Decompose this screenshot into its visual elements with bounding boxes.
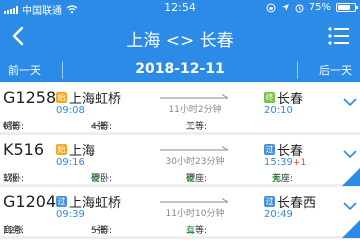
seat-value: 有 <box>272 174 282 184</box>
date-bar: 前一天 2018-12-11 后一天 <box>0 57 360 83</box>
battery-percent: 75% <box>308 2 331 13</box>
corner-tag-icon <box>342 220 360 238</box>
status-right: 75% <box>266 2 358 13</box>
arrow-right-icon <box>160 198 229 203</box>
status-bar: 中国联通 12:54 75% <box>0 0 360 17</box>
train-number: G1204 <box>3 192 57 211</box>
seat-availability: 特等: 6张 一等: 4张 二等: 无 <box>3 119 343 132</box>
arrival-time-value: 15:39 <box>264 157 293 168</box>
pass-badge: 过 <box>264 144 275 155</box>
departure-time: 09:08 <box>56 105 85 116</box>
seat-value: 1张 <box>3 174 18 184</box>
terminal-badge: 终 <box>264 92 275 103</box>
train-number: K516 <box>3 140 45 159</box>
train-list: G1258 始 上海虹桥 09:08 11小时2分钟 终 长春 20:10 特等… <box>0 83 360 240</box>
nav-bar: 上海 <> 长春 <box>0 17 360 55</box>
arrival-time-value: 20:10 <box>264 105 293 116</box>
pass-badge: 过 <box>264 196 275 207</box>
seat-value: 有 <box>186 174 196 184</box>
current-date[interactable]: 2018-12-11 <box>0 61 360 77</box>
chevron-down-icon[interactable] <box>343 201 357 211</box>
origin-badge: 始 <box>56 144 67 155</box>
seat-value: 有 <box>91 174 101 184</box>
location-icon <box>281 4 289 11</box>
duration: 11小时10分钟 <box>165 209 225 219</box>
arrow-right-icon <box>160 146 229 151</box>
train-card[interactable]: G1258 始 上海虹桥 09:08 11小时2分钟 终 长春 20:10 特等… <box>0 83 360 135</box>
train-number: G1258 <box>3 88 57 107</box>
arrival-time: 15:39+1 <box>264 157 306 168</box>
seat-availability: 商务: 12张 一等: 5张 二等: 有 <box>3 223 343 236</box>
page-title: 上海 <> 长春 <box>126 31 234 51</box>
seat-value: 无 <box>186 122 196 132</box>
origin-badge: 始 <box>56 92 67 103</box>
departure-time: 09:39 <box>56 209 85 220</box>
arrival-time-value: 20:49 <box>264 209 293 220</box>
arrow-right-icon <box>160 94 229 99</box>
train-card[interactable]: K516 始 上海 09:16 30小时23分钟 过 长春 15:39+1 软卧… <box>0 135 360 187</box>
next-day-marker: +1 <box>292 158 307 168</box>
seat-value: 5张 <box>91 226 106 236</box>
alarm-icon <box>295 4 304 12</box>
next-day-button[interactable]: 后一天 <box>319 62 352 78</box>
list-menu-icon[interactable] <box>328 26 350 46</box>
divider <box>297 61 298 79</box>
seat-value: 有 <box>186 226 196 236</box>
train-card[interactable]: G1204 过 上海虹桥 09:39 11小时10分钟 过 长春西 20:49 … <box>0 187 360 239</box>
seat-value: 12张 <box>3 226 24 236</box>
battery-icon <box>336 3 358 12</box>
seat-value: 4张 <box>91 122 106 132</box>
arrival-time: 20:49 <box>264 209 293 220</box>
lock-rotation-icon <box>266 3 276 12</box>
seat-availability: 软卧: 1张 硬卧: 有 硬座: 有 无座: 有 <box>3 171 343 184</box>
arrival-time: 20:10 <box>264 105 293 116</box>
chevron-down-icon[interactable] <box>343 149 357 159</box>
duration: 30小时23分钟 <box>165 157 225 167</box>
pass-badge: 过 <box>56 196 67 207</box>
corner-tag-icon <box>342 168 360 186</box>
departure-time: 09:16 <box>56 157 85 168</box>
seat-value: 6张 <box>3 122 18 132</box>
chevron-down-icon[interactable] <box>343 97 357 107</box>
duration: 11小时2分钟 <box>168 105 222 115</box>
